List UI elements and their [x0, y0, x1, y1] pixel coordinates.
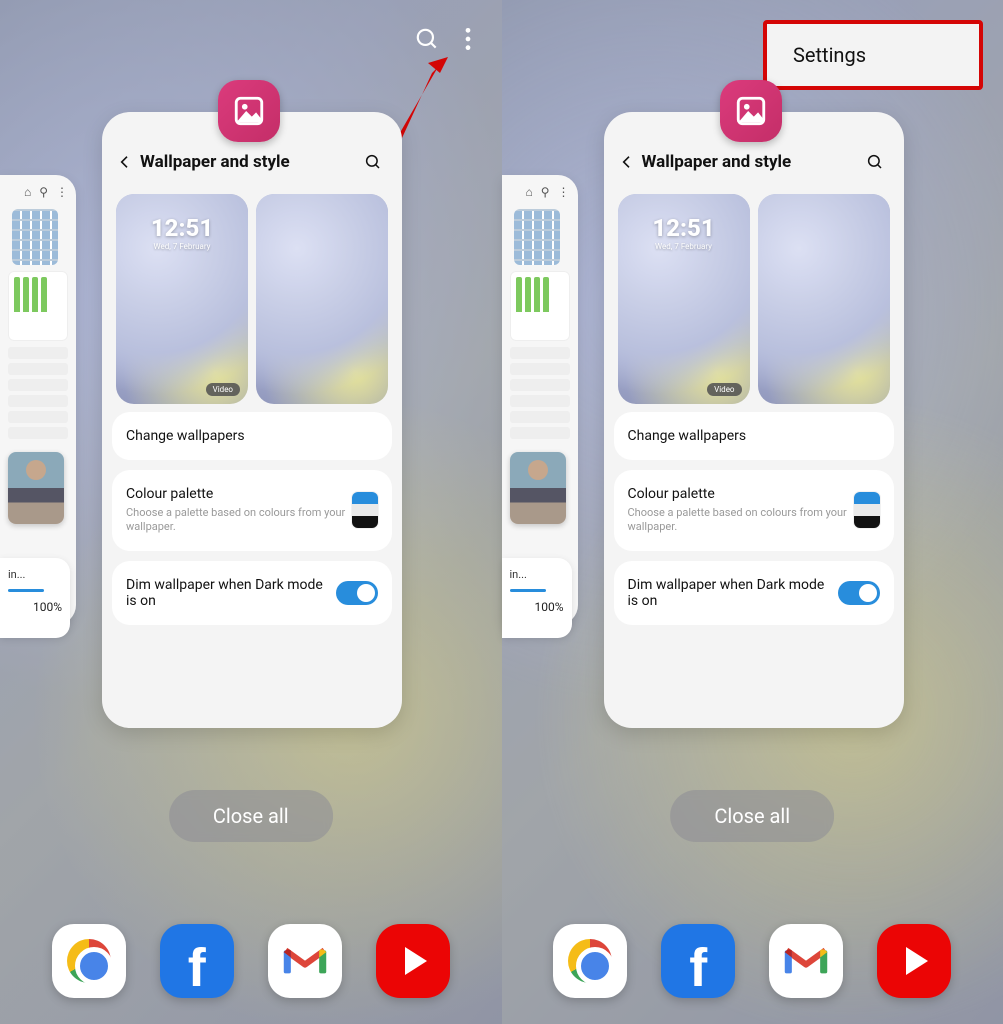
recents-card-wallpaper[interactable]: Wallpaper and style 12:51 Wed, 7 Februar… [604, 112, 904, 728]
settings-list: Change wallpapers Colour palette Choose … [102, 412, 402, 625]
settings-menu-item[interactable]: Settings [763, 20, 983, 90]
card-search-icon[interactable] [862, 153, 888, 171]
back-icon[interactable] [112, 154, 138, 170]
card-search-icon[interactable] [360, 153, 386, 171]
side-row [510, 411, 570, 423]
side-photo-thumb [8, 452, 64, 524]
dock: f [502, 924, 1003, 998]
wallpaper-app-icon[interactable] [720, 80, 782, 142]
side-home-thumb [12, 209, 58, 265]
side-row [8, 379, 68, 391]
side-row [510, 395, 570, 407]
side-mini-toolbar: ⌂⚲⋮ [502, 185, 578, 205]
download-label: in... [8, 568, 62, 581]
side-row [510, 363, 570, 375]
row-title: Dim wallpaper when Dark mode is on [126, 577, 336, 609]
side-row [8, 395, 68, 407]
row-subtitle: Choose a palette based on colours from y… [628, 506, 854, 535]
dock-facebook-icon[interactable]: f [661, 924, 735, 998]
dock-youtube-icon[interactable] [376, 924, 450, 998]
side-row [510, 347, 570, 359]
row-title: Colour palette [126, 486, 352, 502]
back-icon[interactable] [614, 154, 640, 170]
homescreen-preview[interactable] [256, 194, 388, 404]
lockscreen-preview[interactable]: 12:51 Wed, 7 February Video [116, 194, 248, 404]
recents-screen-left: ⌂⚲⋮ in... 100% Wallpaper and style 12 [0, 0, 502, 1024]
dock-facebook-icon[interactable]: f [160, 924, 234, 998]
row-change-wallpapers[interactable]: Change wallpapers [112, 412, 392, 460]
side-row [510, 427, 570, 439]
dim-toggle[interactable] [336, 581, 378, 605]
download-progress-bar [510, 589, 546, 592]
close-all-button[interactable]: Close all [169, 790, 333, 842]
download-toast[interactable]: in... 100% [0, 558, 70, 638]
lock-date: Wed, 7 February [618, 242, 750, 251]
homescreen-preview[interactable] [758, 194, 890, 404]
row-title: Change wallpapers [126, 428, 378, 444]
row-dim-wallpaper[interactable]: Dim wallpaper when Dark mode is on [112, 561, 392, 625]
row-title: Dim wallpaper when Dark mode is on [628, 577, 838, 609]
side-row [8, 411, 68, 423]
lock-time: 12:51 [618, 214, 750, 242]
dock: f [0, 924, 502, 998]
download-percent: 100% [8, 600, 62, 614]
side-row [8, 347, 68, 359]
dock-youtube-icon[interactable] [877, 924, 951, 998]
side-mini-toolbar: ⌂⚲⋮ [0, 185, 76, 205]
side-widget [510, 271, 570, 341]
search-icon[interactable] [414, 26, 440, 52]
download-label: in... [510, 568, 564, 581]
top-action-bar [414, 26, 472, 52]
recents-screen-right: Settings ⌂⚲⋮ in... 100% Wallpaper and st… [502, 0, 1003, 1024]
dock-gmail-icon[interactable] [769, 924, 843, 998]
card-title: Wallpaper and style [642, 152, 862, 172]
wallpaper-previews: 12:51 Wed, 7 February Video [102, 180, 402, 412]
dim-toggle[interactable] [838, 581, 880, 605]
settings-list: Change wallpapers Colour palette Choose … [604, 412, 904, 625]
side-widget [8, 271, 68, 341]
download-percent: 100% [510, 600, 564, 614]
row-colour-palette[interactable]: Colour palette Choose a palette based on… [112, 470, 392, 551]
more-options-icon[interactable] [464, 26, 472, 52]
settings-label: Settings [793, 43, 866, 67]
lock-time: 12:51 [116, 214, 248, 242]
close-all-button[interactable]: Close all [670, 790, 834, 842]
dock-chrome-icon[interactable] [52, 924, 126, 998]
recents-card-wallpaper[interactable]: Wallpaper and style 12:51 Wed, 7 Februar… [102, 112, 402, 728]
palette-swatch-icon [854, 492, 880, 528]
row-title: Colour palette [628, 486, 854, 502]
side-home-thumb [514, 209, 560, 265]
row-subtitle: Choose a palette based on colours from y… [126, 506, 352, 535]
wallpaper-previews: 12:51 Wed, 7 February Video [604, 180, 904, 412]
dock-gmail-icon[interactable] [268, 924, 342, 998]
download-toast[interactable]: in... 100% [502, 558, 572, 638]
card-header: Wallpaper and style [102, 144, 402, 180]
row-colour-palette[interactable]: Colour palette Choose a palette based on… [614, 470, 894, 551]
side-row [8, 363, 68, 375]
row-title: Change wallpapers [628, 428, 880, 444]
dock-chrome-icon[interactable] [553, 924, 627, 998]
lockscreen-preview[interactable]: 12:51 Wed, 7 February Video [618, 194, 750, 404]
row-dim-wallpaper[interactable]: Dim wallpaper when Dark mode is on [614, 561, 894, 625]
video-badge: Video [707, 383, 741, 396]
side-row [510, 379, 570, 391]
side-row [8, 427, 68, 439]
card-header: Wallpaper and style [604, 144, 904, 180]
side-photo-thumb [510, 452, 566, 524]
row-change-wallpapers[interactable]: Change wallpapers [614, 412, 894, 460]
lock-date: Wed, 7 February [116, 242, 248, 251]
palette-swatch-icon [352, 492, 378, 528]
wallpaper-app-icon[interactable] [218, 80, 280, 142]
download-progress-bar [8, 589, 44, 592]
card-title: Wallpaper and style [140, 152, 360, 172]
video-badge: Video [206, 383, 240, 396]
